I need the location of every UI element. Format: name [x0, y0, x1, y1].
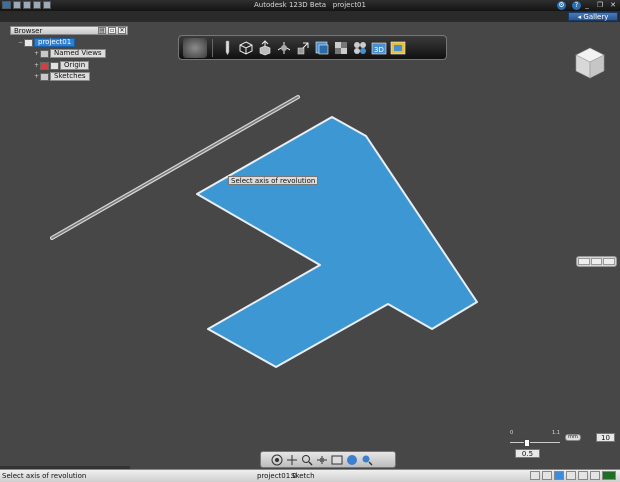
gallery-button[interactable]: ◂ Gallery — [568, 12, 618, 21]
visual-style-icon[interactable] — [346, 454, 358, 466]
app-title: Autodesk 123D Beta — [254, 1, 327, 9]
grid-icon[interactable] — [361, 454, 373, 466]
axis-tooltip: Select axis of revolution — [228, 176, 319, 185]
slider-max-label: 1.1 — [552, 430, 560, 436]
current-value-field[interactable]: 0.5 — [515, 449, 540, 458]
tree-item-named-views[interactable]: + Named Views — [33, 49, 106, 58]
sketch-profile[interactable] — [196, 116, 478, 368]
minimize-button[interactable]: _ — [582, 1, 592, 9]
viewcube[interactable] — [573, 46, 607, 80]
browser-pin-button[interactable]: ▫ — [108, 27, 116, 34]
navigation-bar — [260, 451, 396, 468]
tree-item-project[interactable]: − project01 — [17, 38, 76, 47]
tree-item-sketches[interactable]: + Sketches — [33, 72, 90, 81]
ribbon-bar — [0, 11, 620, 22]
axis-line[interactable] — [50, 95, 300, 240]
revolve-icon[interactable] — [275, 39, 292, 56]
sweep-icon[interactable] — [294, 39, 311, 56]
browser-title: Browser — [14, 27, 43, 35]
folder-icon — [40, 72, 49, 81]
network-status-icon — [602, 471, 616, 480]
display-icon[interactable] — [331, 454, 343, 466]
snap-toggle-icon[interactable] — [542, 471, 552, 480]
status-mode: Sketch — [291, 472, 315, 480]
slider-thumb[interactable] — [524, 439, 530, 447]
tree-item-label: project01 — [34, 38, 76, 47]
browser-panel-header: Browser ▤ ▫ ✕ — [10, 26, 128, 35]
close-button[interactable]: ✕ — [608, 1, 618, 9]
signin-icon[interactable]: ⚙ — [557, 1, 566, 10]
grid-toggle-icon[interactable] — [530, 471, 540, 480]
move-tool-icon[interactable] — [590, 258, 603, 265]
help-icon[interactable]: ? — [572, 1, 581, 10]
select-tool-icon[interactable] — [578, 258, 590, 265]
loft-icon[interactable] — [313, 39, 330, 56]
canvas-viewport — [50, 95, 478, 368]
pattern-icon[interactable] — [351, 39, 368, 56]
extrude-icon[interactable] — [256, 39, 273, 56]
browser-menu-button[interactable]: ▤ — [98, 27, 106, 34]
folder-icon — [40, 49, 49, 58]
view-toggle-icon[interactable] — [566, 471, 576, 480]
expand-icon[interactable]: + — [33, 50, 40, 57]
look-at-icon[interactable] — [316, 454, 328, 466]
title-bar: Autodesk 123D Beta project01 ⚙ ? _ ❐ ✕ — [0, 0, 620, 11]
home-view-icon[interactable] — [183, 37, 207, 58]
expand-icon[interactable]: + — [33, 73, 40, 80]
toolbar-separator — [212, 38, 213, 57]
main-toolbar: 3D — [178, 35, 447, 60]
combine-icon[interactable] — [332, 39, 349, 56]
pan-icon[interactable] — [286, 454, 298, 466]
gallery-label: Gallery — [583, 13, 609, 21]
tree-item-label: Sketches — [50, 72, 90, 81]
max-value-field[interactable]: 10 — [596, 433, 615, 442]
pencil-icon[interactable] — [218, 39, 235, 56]
orbit-icon[interactable] — [271, 454, 283, 466]
browser-controls: ▤ ▫ ✕ — [98, 27, 126, 34]
window-title: Autodesk 123D Beta project01 — [0, 1, 620, 9]
zoom-icon[interactable] — [301, 454, 313, 466]
window-controls: _ ❐ ✕ — [582, 1, 618, 9]
collapse-icon[interactable]: − — [17, 39, 24, 46]
status-icons — [530, 471, 616, 480]
units-toggle-icon[interactable] — [590, 471, 600, 480]
slider-min-label: 0 — [510, 430, 514, 436]
material-icon[interactable] — [389, 39, 406, 56]
restore-button[interactable]: ❐ — [595, 1, 605, 9]
slider-scale: 0 1.1 — [510, 430, 565, 438]
layout-toggle-icon[interactable] — [578, 471, 588, 480]
measure-tool-icon[interactable] — [603, 258, 616, 265]
browser-close-button[interactable]: ✕ — [118, 27, 126, 34]
side-tool-palette — [576, 256, 617, 267]
status-bar: Select axis of revolution project01.0 Sk… — [0, 469, 620, 482]
unit-button[interactable]: mm — [565, 434, 581, 441]
slider-track[interactable] — [510, 442, 560, 443]
tree-item-label: Origin — [60, 61, 90, 70]
status-message: Select axis of revolution — [2, 472, 87, 480]
ortho-toggle-icon[interactable] — [554, 471, 564, 480]
box-icon[interactable] — [237, 39, 254, 56]
svg-text:3D: 3D — [374, 46, 384, 54]
expand-icon[interactable]: + — [33, 62, 40, 69]
folder-icon — [40, 61, 49, 70]
tree-item-origin[interactable]: + Origin — [33, 61, 90, 70]
document-title: project01 — [332, 1, 366, 9]
visibility-icon[interactable] — [50, 61, 59, 70]
import-icon[interactable]: 3D — [370, 39, 387, 56]
snap-slider: 0 1.1 mm 10 0.5 — [505, 426, 615, 458]
tree-item-label: Named Views — [50, 49, 106, 58]
component-icon — [24, 38, 33, 47]
